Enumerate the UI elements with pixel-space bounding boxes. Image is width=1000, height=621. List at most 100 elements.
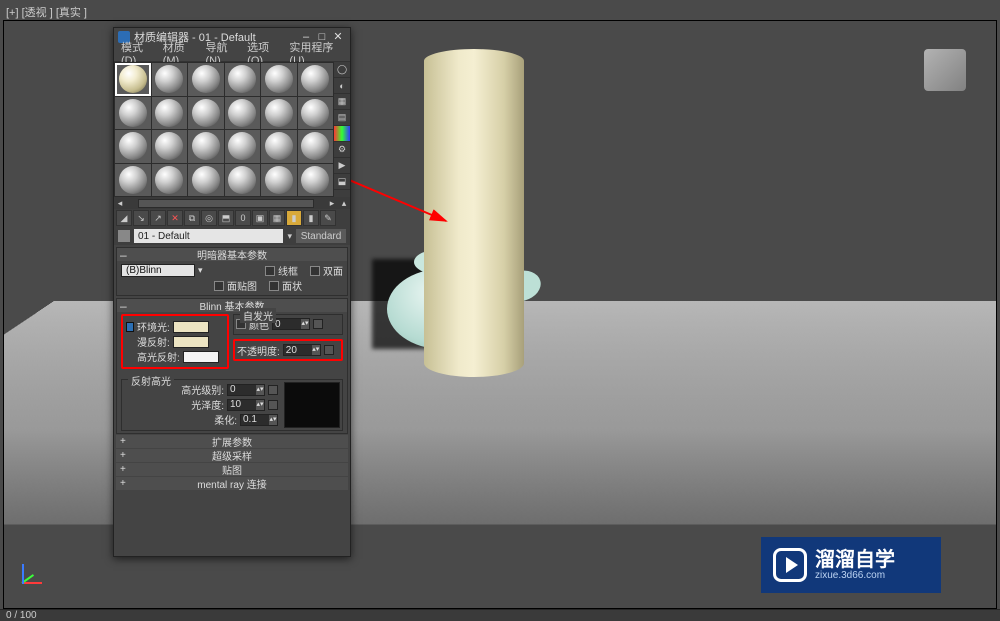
material-name-input[interactable]: 01 - Default bbox=[134, 229, 283, 243]
rollout-title: 明暗器基本参数 bbox=[197, 247, 267, 262]
material-slot[interactable] bbox=[298, 130, 334, 163]
material-slot[interactable] bbox=[261, 164, 297, 197]
show-end-result-icon[interactable]: ▦ bbox=[269, 210, 285, 226]
status-bar: 0 / 100 bbox=[0, 609, 1000, 621]
highlight-box-colors: 环境光: 漫反射: 高光反射: bbox=[121, 314, 229, 369]
reset-icon[interactable]: ✕ bbox=[167, 210, 183, 226]
material-slot[interactable] bbox=[115, 164, 151, 197]
material-slot[interactable] bbox=[188, 130, 224, 163]
wireframe-checkbox[interactable] bbox=[265, 266, 275, 276]
eyedropper-icon[interactable] bbox=[118, 230, 130, 242]
ambient-lock-icon[interactable] bbox=[126, 322, 134, 332]
watermark-url: zixue.3d66.com bbox=[815, 570, 895, 581]
go-forward-icon[interactable]: ▮ bbox=[303, 210, 319, 226]
opacity-spinner[interactable]: 20▴▾ bbox=[283, 344, 321, 356]
video-color-icon[interactable] bbox=[334, 126, 350, 142]
material-type-button[interactable]: Standard bbox=[296, 229, 346, 243]
spec-level-spinner[interactable]: 0▴▾ bbox=[227, 384, 265, 396]
material-slot[interactable] bbox=[261, 63, 297, 96]
material-editor-window[interactable]: 材质编辑器 - 01 - Default – □ ✕ 模式(D) 材质(M) 导… bbox=[113, 27, 351, 557]
face-map-checkbox[interactable] bbox=[214, 281, 224, 291]
two-sided-checkbox[interactable] bbox=[310, 266, 320, 276]
soften-label: 柔化: bbox=[124, 412, 237, 427]
material-slot[interactable] bbox=[115, 97, 151, 130]
spec-level-map-button[interactable] bbox=[268, 385, 278, 395]
rollout-header[interactable]: – Blinn 基本参数 bbox=[117, 299, 347, 312]
face-map-label: 面贴图 bbox=[227, 278, 257, 293]
glossiness-label: 光泽度: bbox=[124, 397, 224, 412]
material-toolbar[interactable]: ◢ ↘ ↗ ✕ ⧉ ◎ ⬒ 0 ▣ ▦ ▮ ▮ ✎ bbox=[114, 209, 350, 227]
sample-uv-icon[interactable]: ▤ bbox=[334, 110, 350, 126]
self-illum-title: 自发光 bbox=[240, 308, 276, 323]
rollout-extended[interactable]: +扩展参数 bbox=[116, 435, 348, 448]
soften-spinner[interactable]: 0.1▴▾ bbox=[240, 414, 278, 426]
material-slot[interactable] bbox=[261, 130, 297, 163]
highlight-box-opacity: 不透明度: 20▴▾ bbox=[233, 339, 343, 361]
material-map-nav-icon[interactable]: ⬓ bbox=[334, 174, 350, 190]
options-icon[interactable]: ⚙ bbox=[334, 142, 350, 158]
material-slot[interactable] bbox=[188, 164, 224, 197]
material-slot[interactable] bbox=[115, 130, 151, 163]
material-slot[interactable] bbox=[152, 63, 188, 96]
rollout-shader-basic: – 明暗器基本参数 (B)Blinn ▾ 线框 双面 面贴图 面状 bbox=[116, 247, 348, 296]
viewcube[interactable] bbox=[924, 49, 966, 91]
glossiness-spinner[interactable]: 10▴▾ bbox=[227, 399, 265, 411]
make-copy-icon[interactable]: ⧉ bbox=[184, 210, 200, 226]
specular-highlights-group: 反射高光 高光级别: 0▴▾ 光泽度: 10▴▾ bbox=[121, 379, 343, 431]
material-slot[interactable] bbox=[152, 164, 188, 197]
self-illum-group: 自发光 颜色 0▴▾ bbox=[233, 314, 343, 335]
backlight-icon[interactable]: ◐ bbox=[334, 78, 350, 94]
material-slot[interactable] bbox=[225, 130, 261, 163]
go-to-parent-icon[interactable]: ▮ bbox=[286, 210, 302, 226]
material-slot[interactable] bbox=[152, 130, 188, 163]
material-id-icon[interactable]: 0 bbox=[235, 210, 251, 226]
watermark: 溜溜自学 zixue.3d66.com bbox=[761, 537, 941, 593]
show-in-viewport-icon[interactable]: ▣ bbox=[252, 210, 268, 226]
material-slot[interactable] bbox=[298, 97, 334, 130]
rollout-maps[interactable]: +贴图 bbox=[116, 463, 348, 476]
material-slot[interactable] bbox=[188, 97, 224, 130]
self-illum-map-button[interactable] bbox=[313, 319, 323, 329]
put-to-library-icon[interactable]: ⬒ bbox=[218, 210, 234, 226]
assign-icon[interactable]: ↗ bbox=[150, 210, 166, 226]
material-sample-slots[interactable] bbox=[114, 62, 334, 197]
material-slot[interactable] bbox=[298, 63, 334, 96]
pick-material-icon[interactable]: ✎ bbox=[320, 210, 336, 226]
specular-swatch[interactable] bbox=[183, 351, 219, 363]
shader-select[interactable]: (B)Blinn bbox=[121, 264, 195, 277]
play-icon bbox=[773, 548, 807, 582]
sample-side-toolbar[interactable]: ◯ ◐ ▦ ▤ ⚙ ▶ ⬓ bbox=[334, 62, 350, 197]
make-unique-icon[interactable]: ◎ bbox=[201, 210, 217, 226]
material-slot[interactable] bbox=[188, 63, 224, 96]
material-slot[interactable] bbox=[298, 164, 334, 197]
axis-tripod bbox=[14, 560, 42, 588]
material-name-row: 01 - Default ▾ Standard bbox=[114, 227, 350, 245]
material-slot[interactable] bbox=[152, 97, 188, 130]
get-material-icon[interactable]: ◢ bbox=[116, 210, 132, 226]
two-sided-label: 双面 bbox=[323, 263, 343, 278]
rollout-mentalray[interactable]: +mental ray 连接 bbox=[116, 477, 348, 490]
rollout-supersampling[interactable]: +超级采样 bbox=[116, 449, 348, 462]
self-illum-spinner[interactable]: 0▴▾ bbox=[272, 318, 310, 330]
ambient-label: 环境光: bbox=[137, 319, 170, 334]
put-to-scene-icon[interactable]: ↘ bbox=[133, 210, 149, 226]
material-slot-1[interactable] bbox=[115, 63, 151, 96]
rollout-header[interactable]: – 明暗器基本参数 bbox=[117, 248, 347, 261]
material-editor-menubar[interactable]: 模式(D) 材质(M) 导航(N) 选项(O) 实用程序(U) bbox=[114, 45, 350, 62]
glossiness-map-button[interactable] bbox=[268, 400, 278, 410]
specular-group-title: 反射高光 bbox=[128, 373, 174, 388]
cylinder-object bbox=[424, 49, 524, 377]
material-slot[interactable] bbox=[225, 164, 261, 197]
specular-label: 高光反射: bbox=[137, 349, 180, 364]
opacity-map-button[interactable] bbox=[324, 345, 334, 355]
material-slot[interactable] bbox=[261, 97, 297, 130]
diffuse-swatch[interactable] bbox=[173, 336, 209, 348]
material-slot[interactable] bbox=[225, 97, 261, 130]
ambient-swatch[interactable] bbox=[173, 321, 209, 333]
make-preview-icon[interactable]: ▶ bbox=[334, 158, 350, 174]
material-slot[interactable] bbox=[225, 63, 261, 96]
sample-type-icon[interactable]: ◯ bbox=[334, 62, 350, 78]
sample-scrollbar[interactable]: ◂▸▴ bbox=[114, 197, 350, 209]
background-icon[interactable]: ▦ bbox=[334, 94, 350, 110]
faceted-checkbox[interactable] bbox=[269, 281, 279, 291]
